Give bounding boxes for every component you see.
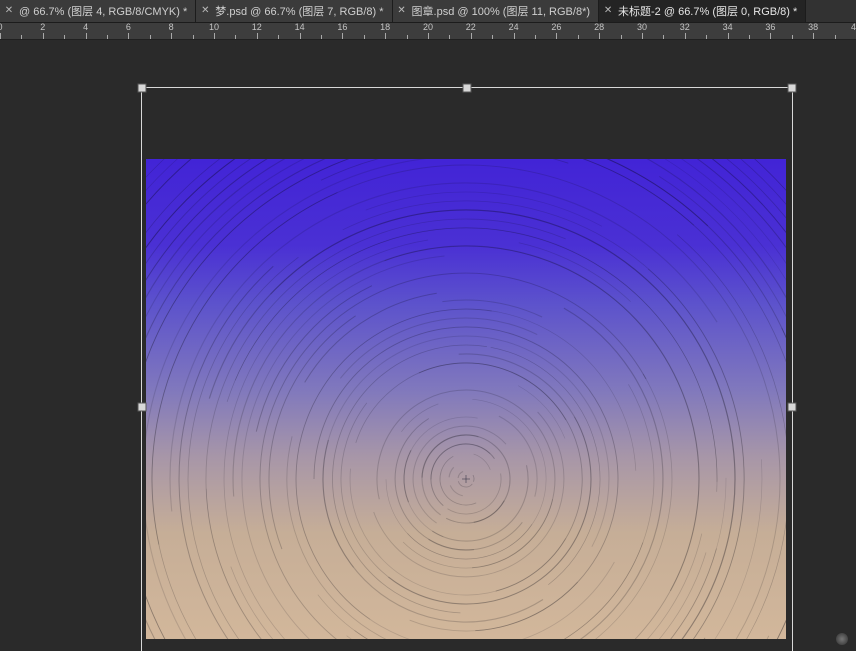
document-viewport bbox=[146, 87, 786, 651]
artwork-layer bbox=[146, 159, 786, 639]
close-icon[interactable] bbox=[200, 6, 210, 16]
canvas-stage[interactable] bbox=[0, 40, 856, 651]
document-tab[interactable]: @ 66.7% (图层 4, RGB/8/CMYK) * bbox=[0, 0, 196, 22]
tab-label: 梦.psd @ 66.7% (图层 7, RGB/8) * bbox=[215, 3, 385, 19]
document-tab[interactable]: 图章.psd @ 100% (图层 11, RGB/8*) bbox=[393, 0, 599, 22]
close-icon[interactable] bbox=[4, 6, 14, 16]
transform-handle-tr[interactable] bbox=[788, 84, 797, 93]
horizontal-ruler[interactable]: 0246810121416182022242628303234363840 bbox=[0, 23, 856, 40]
transform-handle-mr[interactable] bbox=[788, 403, 797, 412]
document-tab-active[interactable]: 未标题-2 @ 66.7% (图层 0, RGB/8) * bbox=[599, 0, 806, 22]
transform-handle-tm[interactable] bbox=[463, 84, 472, 93]
tab-label: 未标题-2 @ 66.7% (图层 0, RGB/8) * bbox=[618, 3, 799, 19]
resize-grip-icon bbox=[836, 633, 848, 645]
transform-handle-ml[interactable] bbox=[138, 403, 147, 412]
transform-handle-tl[interactable] bbox=[138, 84, 147, 93]
close-icon[interactable] bbox=[397, 6, 407, 16]
document-tab-bar: @ 66.7% (图层 4, RGB/8/CMYK) * 梦.psd @ 66.… bbox=[0, 0, 856, 23]
tab-label: @ 66.7% (图层 4, RGB/8/CMYK) * bbox=[19, 3, 189, 19]
document-tab[interactable]: 梦.psd @ 66.7% (图层 7, RGB/8) * bbox=[196, 0, 392, 22]
close-icon[interactable] bbox=[603, 6, 613, 16]
tab-label: 图章.psd @ 100% (图层 11, RGB/8*) bbox=[412, 3, 592, 19]
